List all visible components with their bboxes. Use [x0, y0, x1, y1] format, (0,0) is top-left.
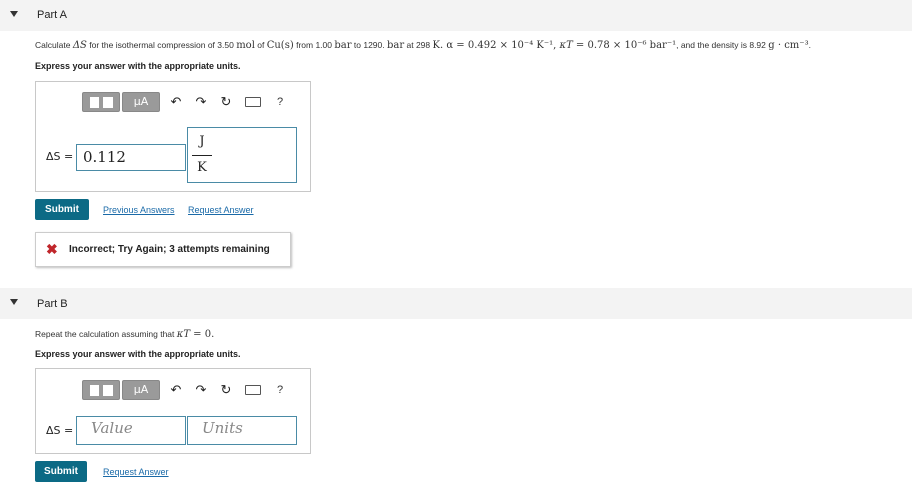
part-b-value-input[interactable]: Value — [76, 416, 186, 445]
reset-icon[interactable]: ↻ — [215, 92, 237, 112]
previous-answers-link[interactable]: Previous Answers — [103, 205, 175, 215]
delta-s-label: ΔS = — [46, 424, 74, 437]
part-b-header[interactable]: Part B — [0, 288, 912, 319]
part-b-submit-button[interactable]: Submit — [35, 461, 87, 482]
part-a-value: 0.112 — [83, 148, 126, 166]
keyboard-icon[interactable] — [240, 92, 266, 112]
units-button[interactable]: μA — [122, 380, 160, 400]
collapse-triangle-icon[interactable] — [10, 11, 18, 17]
part-a-value-input[interactable]: 0.112 — [76, 144, 186, 171]
feedback-box: ✖ Incorrect; Try Again; 3 attempts remai… — [35, 232, 291, 267]
part-a-header[interactable]: Part A — [0, 0, 912, 31]
fraction-bar — [192, 155, 212, 156]
templates-button[interactable] — [82, 380, 120, 400]
part-a-units-input[interactable]: J K — [187, 127, 297, 183]
redo-icon[interactable]: ↷ — [190, 92, 212, 112]
keyboard-icon[interactable] — [240, 380, 266, 400]
incorrect-icon: ✖ — [46, 241, 58, 257]
collapse-triangle-icon[interactable] — [10, 299, 18, 305]
undo-icon[interactable]: ↶ — [165, 380, 187, 400]
redo-icon[interactable]: ↷ — [190, 380, 212, 400]
part-a-title: Part A — [37, 9, 67, 21]
value-placeholder: Value — [91, 419, 133, 437]
feedback-message: Incorrect; Try Again; 3 attempts remaini… — [69, 244, 270, 255]
part-b-request-answer-link[interactable]: Request Answer — [103, 467, 169, 477]
part-b-instruction: Express your answer with the appropriate… — [35, 349, 241, 359]
part-b-units-input[interactable]: Units — [187, 416, 297, 445]
part-a-instruction: Express your answer with the appropriate… — [35, 61, 241, 71]
units-numerator: J — [199, 134, 205, 149]
delta-s-label: ΔS = — [46, 150, 74, 163]
part-b-question: Repeat the calculation assuming that κT … — [35, 329, 215, 340]
part-a-submit-button[interactable]: Submit — [35, 199, 89, 220]
undo-icon[interactable]: ↶ — [165, 92, 187, 112]
templates-button[interactable] — [82, 92, 120, 112]
help-icon[interactable]: ? — [269, 92, 291, 112]
units-button[interactable]: μA — [122, 92, 160, 112]
part-a-request-answer-link[interactable]: Request Answer — [188, 205, 254, 215]
part-a-question: Calculate ΔS for the isothermal compress… — [35, 40, 811, 51]
units-denominator: K — [197, 160, 207, 175]
part-b-toolbar: μA ↶ ↷ ↻ ? — [82, 380, 291, 400]
part-a-toolbar: μA ↶ ↷ ↻ ? — [82, 92, 291, 112]
help-icon[interactable]: ? — [269, 380, 291, 400]
part-b-title: Part B — [37, 298, 68, 310]
reset-icon[interactable]: ↻ — [215, 380, 237, 400]
units-placeholder: Units — [202, 419, 243, 437]
